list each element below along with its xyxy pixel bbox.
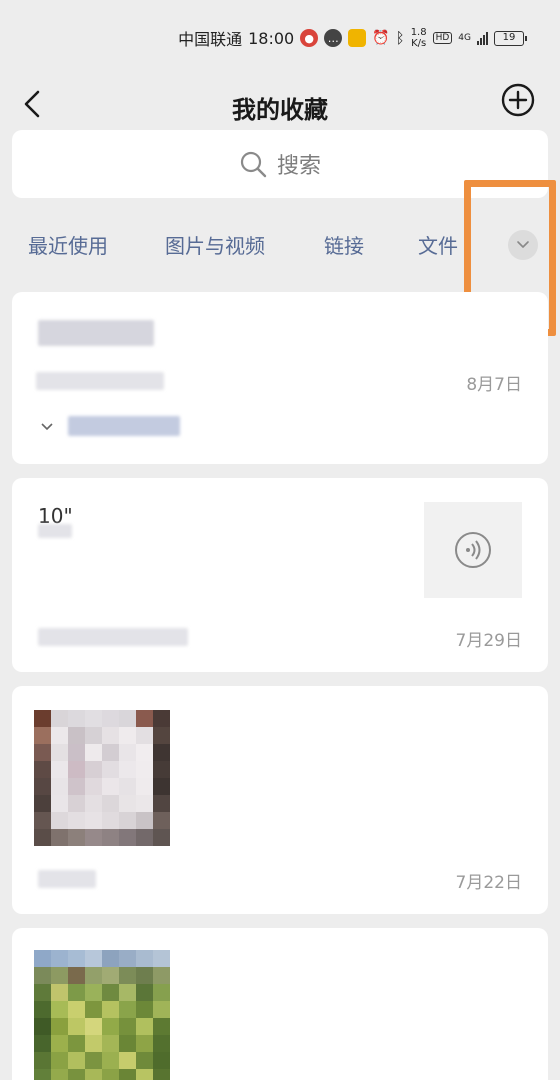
bluetooth-icon: ᛒ: [395, 29, 405, 47]
chat-bubble-icon: …: [324, 29, 343, 47]
search-placeholder: 搜索: [276, 154, 321, 179]
image-thumbnail-redacted: [34, 710, 170, 846]
network-type: 4G: [458, 32, 471, 43]
alarm-icon: ⏰: [372, 30, 390, 46]
clock: 18:00: [248, 28, 295, 48]
tab-images-videos[interactable]: 图片与视频: [165, 230, 265, 259]
source-redacted: [38, 870, 96, 888]
item-date: 7月22日: [455, 873, 522, 893]
tab-links[interactable]: 链接: [324, 230, 364, 259]
shield-icon: ●: [300, 29, 319, 47]
tab-recent[interactable]: 最近使用: [28, 230, 108, 259]
voice-title-redacted: [38, 524, 72, 538]
voice-icon: [455, 532, 491, 568]
notification-icon: [348, 29, 367, 47]
battery-icon: 19: [494, 30, 527, 46]
tag-redacted: [68, 416, 180, 436]
network-speed: 1.8 K/s: [410, 27, 427, 49]
chevron-down-icon: [41, 423, 53, 431]
favorite-item-image[interactable]: [12, 928, 548, 1080]
signal-icon: [477, 31, 488, 45]
image-thumbnail-redacted: [34, 950, 170, 1080]
favorite-item-file[interactable]: 8月7日: [12, 292, 548, 464]
hd-badge: HD: [432, 32, 453, 44]
item-date: 8月7日: [466, 375, 522, 395]
plus-circle-icon: [501, 83, 535, 117]
page-title: 我的收藏: [232, 96, 328, 124]
source-redacted: [36, 372, 164, 390]
item-date: 7月29日: [455, 631, 522, 651]
title-bar: 我的收藏: [0, 76, 560, 136]
search-icon: [240, 151, 267, 178]
source-redacted: [38, 628, 188, 646]
carrier-label: 中国联通: [178, 30, 243, 49]
favorite-item-image[interactable]: 7月22日: [12, 686, 548, 914]
favorite-item-voice[interactable]: 10" 7月29日: [12, 478, 548, 672]
file-name-redacted: [38, 320, 154, 346]
add-button[interactable]: [500, 82, 536, 118]
favorites-screen: 中国联通 18:00 ● … ⏰ ᛒ 1.8 K/s HD 4G 19 我的收藏: [0, 0, 560, 1080]
status-bar: 中国联通 18:00 ● … ⏰ ᛒ 1.8 K/s HD 4G 19: [0, 0, 560, 76]
voice-thumbnail: [424, 502, 522, 598]
tab-files[interactable]: 文件: [418, 230, 458, 259]
battery-level: 19: [502, 31, 516, 43]
